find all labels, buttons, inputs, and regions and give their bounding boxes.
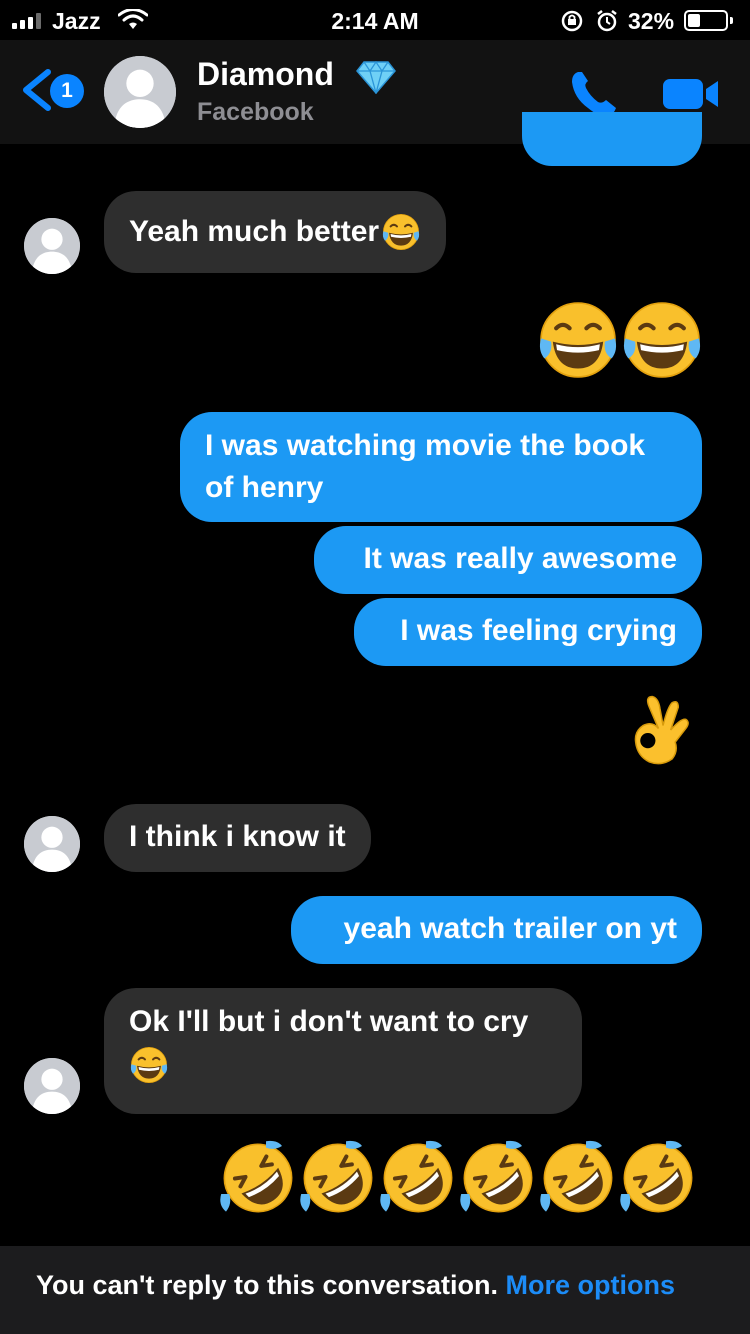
rolling-on-the-floor-laughing-icon (298, 1138, 378, 1218)
face-with-tears-of-joy-icon (620, 298, 704, 382)
sender-avatar[interactable] (24, 218, 80, 274)
rolling-on-the-floor-laughing-icon (458, 1138, 538, 1218)
unread-count-badge[interactable]: 1 (50, 74, 84, 108)
message-text-line2: of henry (205, 471, 324, 504)
outgoing-message[interactable]: yeah watch trailer on yt (291, 896, 702, 964)
incoming-message[interactable]: Yeah much better (104, 191, 447, 273)
message-text: I was feeling crying (400, 614, 677, 647)
contact-subtitle: Facebook (197, 98, 314, 126)
message-bubble-partial[interactable] (522, 112, 702, 166)
incoming-message[interactable]: Ok I'll but i don't want to cry (104, 988, 582, 1114)
message-text: Yeah much better (129, 215, 380, 248)
avatar-placeholder-icon (24, 816, 80, 872)
status-bar: Jazz 2:14 AM 32% (0, 0, 750, 40)
rolling-on-the-floor-laughing-icon (378, 1138, 458, 1218)
sender-avatar[interactable] (24, 1058, 80, 1114)
face-with-tears-of-joy-icon (129, 1045, 169, 1085)
face-with-tears-of-joy-icon (381, 212, 421, 252)
more-options-link[interactable]: More options (506, 1270, 676, 1300)
message-text: Ok I'll but i don't want to cry (129, 1005, 529, 1038)
emoji-message[interactable] (218, 1138, 698, 1218)
ok-hand-icon (622, 688, 698, 772)
orientation-lock-icon (561, 10, 583, 32)
sender-avatar[interactable] (24, 816, 80, 872)
message-text: It was really awesome (363, 542, 677, 575)
outgoing-message[interactable]: It was really awesome (314, 526, 702, 594)
message-text-line1: I was watching movie the book (205, 429, 646, 462)
message-text: I think i know it (129, 820, 346, 853)
diamond-icon (356, 60, 396, 94)
emoji-message[interactable] (622, 688, 698, 772)
battery-icon (684, 10, 728, 31)
footer-message: You can't reply to this conversation. Mo… (36, 1270, 675, 1301)
video-camera-icon[interactable] (662, 76, 720, 112)
rolling-on-the-floor-laughing-icon (538, 1138, 618, 1218)
avatar-placeholder-icon (24, 1058, 80, 1114)
cannot-reply-text: You can't reply to this conversation. (36, 1270, 499, 1300)
outgoing-message[interactable]: I was feeling crying (354, 598, 702, 666)
battery-percent: 32% (628, 8, 675, 34)
outgoing-message[interactable]: I was watching movie the book of henry (180, 412, 702, 522)
avatar-placeholder-icon (104, 56, 176, 128)
contact-name[interactable]: Diamond (197, 56, 334, 93)
face-with-tears-of-joy-icon (536, 298, 620, 382)
avatar-placeholder-icon (24, 218, 80, 274)
incoming-message[interactable]: I think i know it (104, 804, 371, 872)
reply-disabled-footer: You can't reply to this conversation. Mo… (0, 1246, 750, 1334)
battery-cap (730, 17, 733, 24)
rolling-on-the-floor-laughing-icon (618, 1138, 698, 1218)
alarm-icon (597, 10, 617, 32)
contact-avatar[interactable] (104, 56, 176, 128)
emoji-message[interactable] (536, 298, 704, 382)
message-text: yeah watch trailer on yt (343, 912, 677, 945)
rolling-on-the-floor-laughing-icon (218, 1138, 298, 1218)
